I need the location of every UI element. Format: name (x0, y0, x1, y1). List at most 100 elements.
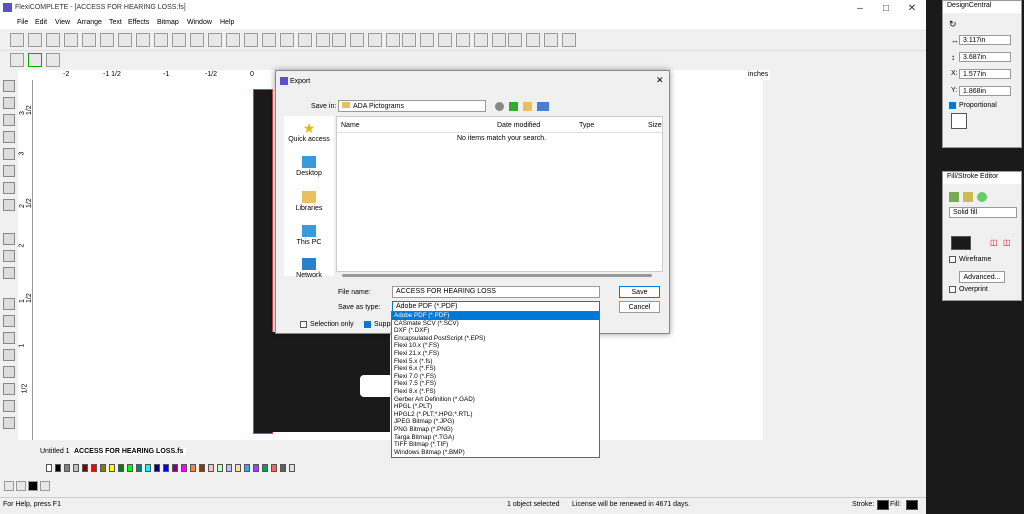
view-menu-icon[interactable] (537, 102, 549, 111)
suppress-checkbox[interactable] (364, 321, 371, 328)
color-swatch[interactable] (217, 464, 223, 472)
color-swatch[interactable] (118, 464, 124, 472)
menu-arrange[interactable]: Arrange (77, 19, 102, 26)
import-icon[interactable] (64, 33, 78, 47)
color-swatch[interactable] (172, 464, 178, 472)
crop-tool-icon[interactable] (3, 199, 15, 211)
shape-edit-tool-icon[interactable] (3, 114, 15, 126)
eyedropper-tool-icon[interactable] (3, 233, 15, 245)
menu-help[interactable]: Help (220, 19, 234, 26)
nav-this-pc[interactable]: This PC (284, 225, 334, 246)
redo-icon[interactable] (280, 33, 294, 47)
save-button[interactable]: Save (619, 286, 660, 298)
palette-none-icon[interactable] (16, 481, 26, 491)
file-type-option[interactable]: CASmate SCV (*.SCV) (392, 320, 599, 328)
save-icon[interactable] (46, 33, 60, 47)
file-type-option[interactable]: HPGL2 (*.PLT;*.HPG;*.RTL) (392, 411, 599, 419)
dialog-close-icon[interactable]: ✕ (656, 75, 664, 86)
menu-view[interactable]: View (55, 19, 70, 26)
file-type-option[interactable]: Flexi 8.x (*.FS) (392, 388, 599, 396)
zoom-selected-icon[interactable] (3, 349, 15, 361)
rectangle-tool-icon[interactable] (3, 131, 15, 143)
menu-effects[interactable]: Effects (128, 19, 149, 26)
file-type-option[interactable]: DXF (*.DXF) (392, 327, 599, 335)
hatch-icon[interactable] (492, 33, 506, 47)
group-icon[interactable] (332, 33, 346, 47)
color-swatch[interactable] (280, 464, 286, 472)
color-swatch[interactable] (199, 464, 205, 472)
proportional-checkbox[interactable] (949, 102, 956, 109)
print-icon[interactable] (100, 33, 114, 47)
color-swatch[interactable] (289, 464, 295, 472)
undo-icon[interactable] (262, 33, 276, 47)
zoom-in-icon[interactable] (3, 298, 15, 310)
save-in-select[interactable]: ADA Pictograms (338, 100, 486, 112)
cloud-upload-icon[interactable] (544, 33, 558, 47)
cut-icon[interactable] (136, 33, 150, 47)
color-swatch[interactable] (55, 464, 61, 472)
color-swatch[interactable] (100, 464, 106, 472)
maximize-button[interactable]: □ (876, 3, 896, 14)
selection-only-checkbox[interactable] (300, 321, 307, 328)
production-manager-icon[interactable] (118, 33, 132, 47)
color-swatch[interactable] (136, 464, 142, 472)
zoom-page-icon[interactable] (3, 366, 15, 378)
fill-bucket-tool-icon[interactable] (3, 267, 15, 279)
height-field[interactable]: 3.687in (959, 52, 1011, 62)
text-tool-icon[interactable] (3, 97, 15, 109)
file-type-option[interactable]: Flexi 21.x (*.FS) (392, 350, 599, 358)
file-type-option[interactable]: Adobe PDF (*.PDF) (392, 312, 599, 320)
file-type-option[interactable]: Flexi 7.0 (*.FS) (392, 373, 599, 381)
clipboard-icon[interactable] (226, 33, 240, 47)
back-icon[interactable] (495, 102, 504, 111)
select-tool-icon[interactable] (3, 80, 15, 92)
tools-icon[interactable] (46, 53, 60, 67)
flexi-logo-icon[interactable] (562, 33, 576, 47)
advanced-button[interactable]: Advanced... (959, 271, 1005, 283)
menu-window[interactable]: Window (187, 19, 212, 26)
menu-text[interactable]: Text (109, 19, 122, 26)
file-type-option[interactable]: Gerber Art Definition (*.GAD) (392, 396, 599, 404)
save-as-type-dropdown[interactable]: Adobe PDF (*.PDF) CASmate SCV (*.SCV) DXF … (391, 311, 600, 458)
column-date-modified[interactable]: Date modified (497, 122, 540, 129)
color-swatch[interactable] (109, 464, 115, 472)
nav-desktop[interactable]: Desktop (284, 156, 334, 177)
send-icon[interactable] (190, 33, 204, 47)
export-icon[interactable] (82, 33, 96, 47)
file-type-option[interactable]: Windows Bitmap (*.BMP) (392, 449, 599, 457)
color-swatch[interactable] (64, 464, 70, 472)
palette-next-icon[interactable] (40, 481, 50, 491)
color-grid-icon[interactable] (438, 33, 452, 47)
pan-icon[interactable] (3, 383, 15, 395)
wireframe-checkbox[interactable] (949, 256, 956, 263)
open-icon[interactable] (28, 33, 42, 47)
color-swatch[interactable] (262, 464, 268, 472)
effects-icon[interactable] (977, 192, 987, 202)
y-field[interactable]: 1.868in (959, 86, 1011, 96)
doc-tab-active[interactable]: ACCESS FOR HEARING LOSS.fs (71, 448, 187, 455)
zoom-out-icon[interactable] (3, 315, 15, 327)
undo-all-icon[interactable] (298, 33, 312, 47)
up-folder-icon[interactable] (509, 102, 518, 111)
document-icon[interactable] (244, 33, 258, 47)
color-swatch[interactable] (127, 464, 133, 472)
palette-icon[interactable] (386, 33, 400, 47)
file-type-option[interactable]: Flexi 10.x (*.FS) (392, 342, 599, 350)
menu-edit[interactable]: Edit (35, 19, 47, 26)
new-folder-icon[interactable] (523, 102, 532, 111)
vertical-scrollbar[interactable] (763, 80, 771, 455)
color-swatch[interactable] (145, 464, 151, 472)
palette-prev-icon[interactable] (4, 481, 14, 491)
file-type-option[interactable]: Encapsulated PostScript (*.EPS) (392, 335, 599, 343)
color-swatch[interactable] (235, 464, 241, 472)
fill-toggle-icon[interactable] (28, 53, 42, 67)
file-name-input[interactable]: ACCESS FOR HEARING LOSS (392, 286, 600, 298)
fill-bucket-icon[interactable] (949, 192, 959, 202)
file-type-option[interactable]: JPEG Bitmap (*.JPG) (392, 418, 599, 426)
color-swatch[interactable] (244, 464, 250, 472)
spectrum-icon[interactable] (456, 33, 470, 47)
file-type-option[interactable]: TIFF Bitmap (*.TIF) (392, 441, 599, 449)
color-swatch[interactable] (82, 464, 88, 472)
doc-tab-untitled[interactable]: Untitled 1 (37, 448, 73, 455)
nav-network[interactable]: Network (284, 258, 334, 279)
